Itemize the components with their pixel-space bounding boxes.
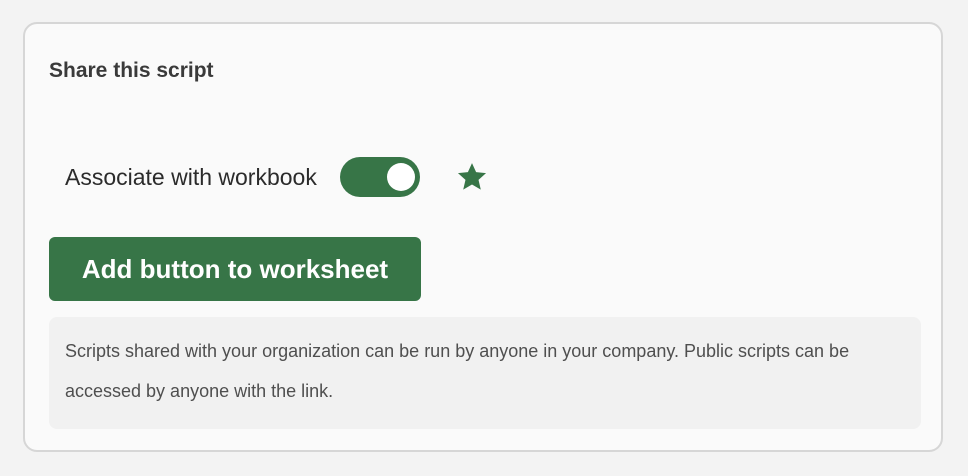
info-box: Scripts shared with your organization ca… <box>49 317 921 429</box>
associate-workbook-row: Associate with workbook <box>65 156 490 198</box>
associate-workbook-toggle[interactable] <box>339 157 420 197</box>
share-script-panel: Share this script Associate with workboo… <box>23 22 943 452</box>
add-button-to-worksheet-button[interactable]: Add button to worksheet <box>49 237 421 301</box>
associate-workbook-label: Associate with workbook <box>65 164 317 190</box>
info-text: Scripts shared with your organization ca… <box>65 341 850 401</box>
panel-title: Share this script <box>49 59 214 82</box>
star-icon[interactable] <box>454 159 490 195</box>
toggle-knob <box>386 163 415 191</box>
star-icon-graphic <box>457 163 486 190</box>
